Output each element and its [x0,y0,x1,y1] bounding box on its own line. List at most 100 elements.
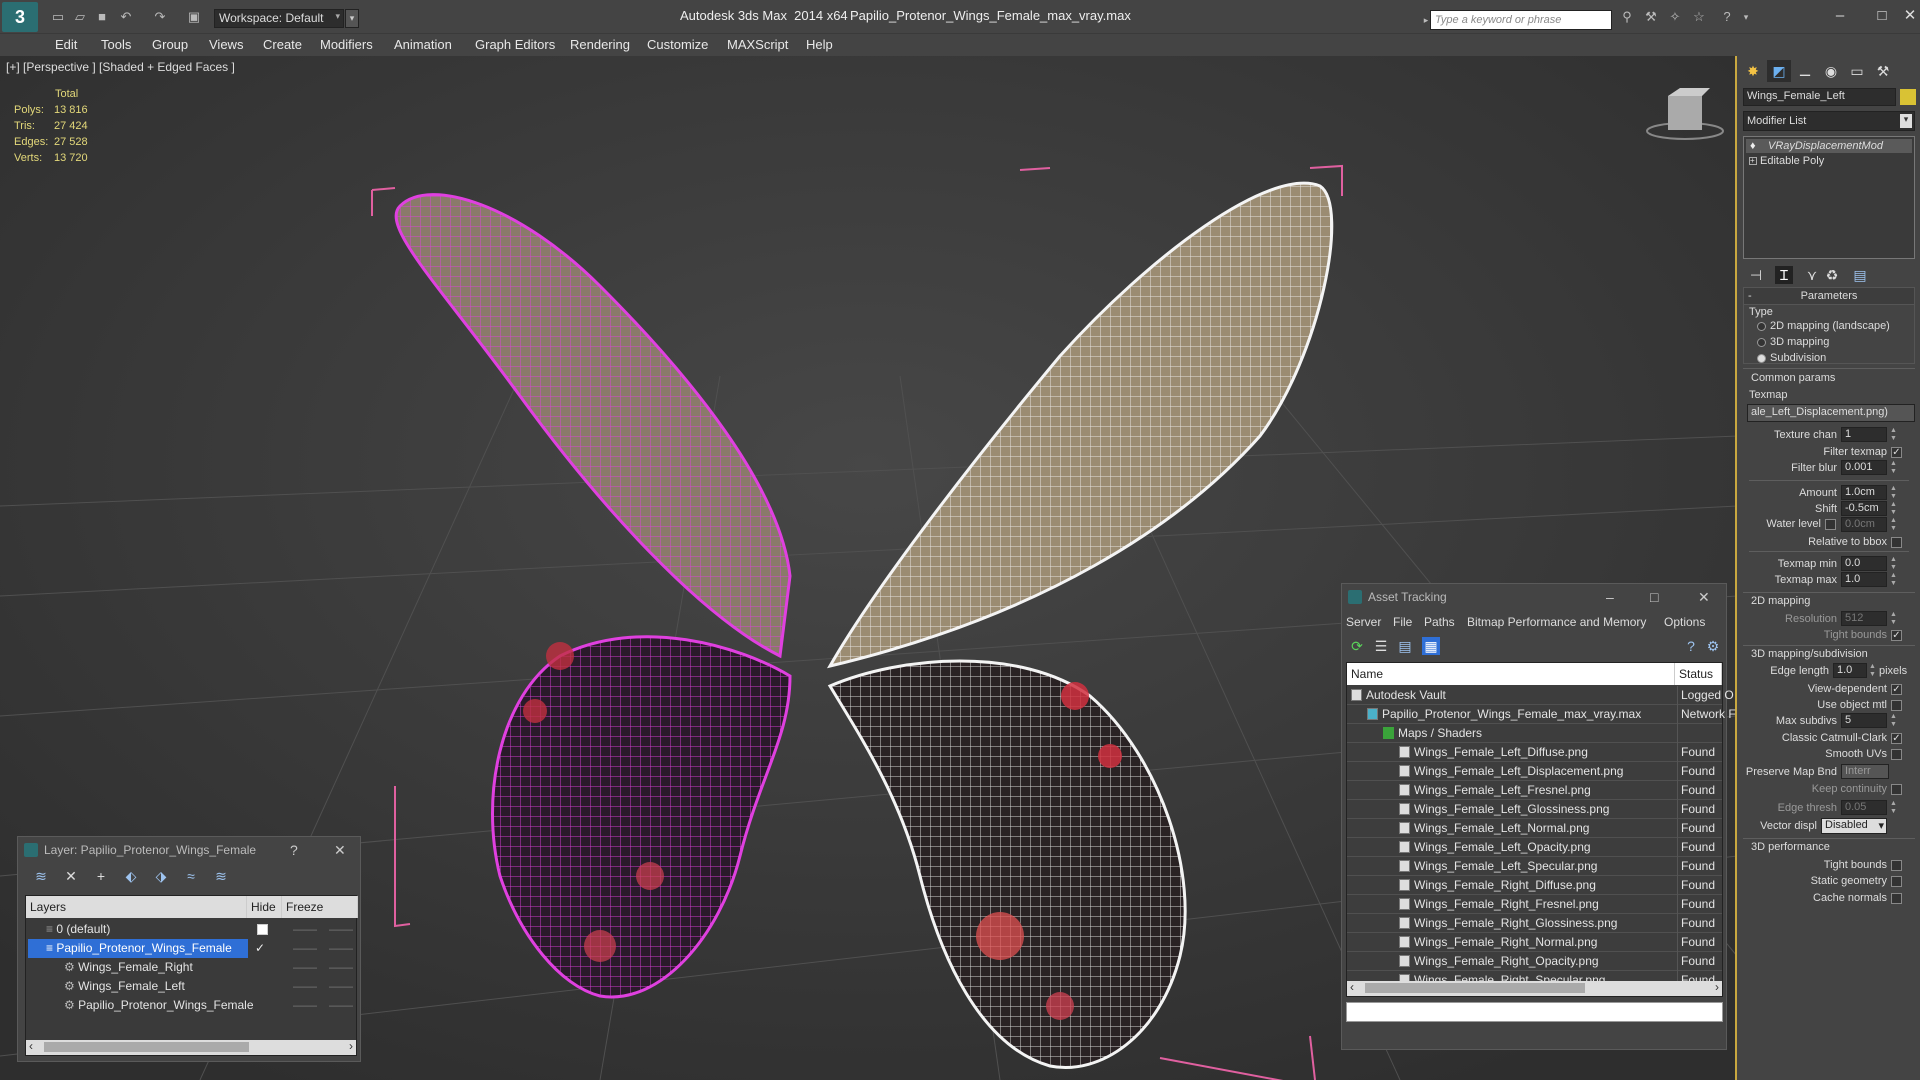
asset-row[interactable]: Wings_Female_Left_Glossiness.png Found [1347,800,1722,819]
use-object-mtl-checkbox[interactable] [1891,700,1902,711]
menu-paths[interactable]: Paths [1424,615,1455,629]
menu-group[interactable]: Group [152,37,188,52]
create-tab-icon[interactable]: ✸ [1741,60,1765,82]
texture-chan-spinner[interactable]: ▲ ▼ [1890,427,1898,443]
add-layer-icon[interactable]: + [92,867,110,885]
stack-item-editable-poly[interactable]: + Editable Poly [1746,154,1912,168]
menu-animation[interactable]: Animation [394,37,452,52]
menu-edit[interactable]: Edit [55,37,77,52]
preserve-map-dropdown[interactable]: Interr [1841,764,1889,779]
close-icon[interactable]: ✕ [1698,584,1710,610]
filter-blur-input[interactable]: 0.001 [1841,460,1887,475]
col-hide[interactable]: Hide [247,896,282,918]
filter-blur-spinner[interactable]: ▲ ▼ [1890,460,1898,476]
menu-server[interactable]: Server [1346,615,1381,629]
table-view-icon[interactable]: ▦ [1422,637,1440,655]
menu-graph-editors[interactable]: Graph Editors [475,37,555,52]
parameters-rollout-header[interactable]: - Parameters [1743,287,1915,305]
asset-row[interactable]: Wings_Female_Left_Fresnel.png Found [1347,781,1722,800]
resolution-input[interactable]: 512 [1841,611,1887,626]
help-icon[interactable]: ? [1719,9,1735,25]
asset-row[interactable]: Wings_Female_Right_Opacity.png Found [1347,952,1722,971]
minimize-icon[interactable]: – [1820,4,1860,28]
filter-texmap-checkbox[interactable]: ✓ [1891,447,1902,458]
refresh-icon[interactable]: ⟳ [1348,637,1366,655]
asset-row[interactable]: Wings_Female_Right_Normal.png Found [1347,933,1722,952]
hierarchy-tab-icon[interactable]: ⚊ [1793,60,1817,82]
max-subdivs-input[interactable]: 5 [1841,713,1887,728]
show-end-result-icon[interactable]: Ɪ [1775,266,1793,284]
keep-continuity-checkbox[interactable] [1891,784,1902,795]
subscription-icon[interactable]: ⚒ [1643,9,1659,25]
pin-stack-icon[interactable]: ⊣ [1747,266,1765,284]
delete-layer-icon[interactable]: ✕ [62,867,80,885]
asset-row[interactable]: Maps / Shaders [1347,724,1722,743]
project-folder-icon[interactable]: ▣ [186,9,202,25]
texmap-max-spinner[interactable]: ▲ ▼ [1890,572,1898,588]
add-selection-icon[interactable]: ⬖ [122,867,140,885]
menu-tools[interactable]: Tools [101,37,131,52]
viewport-label[interactable]: [+] [Perspective ] [Shaded + Edged Faces… [6,60,235,74]
favorites-icon[interactable]: ☆ [1691,9,1707,25]
edge-length-input[interactable]: 1.0 [1833,663,1867,678]
workspace-dropdown-arrow[interactable]: ▾ [345,9,359,28]
amount-spinner[interactable]: ▲ ▼ [1890,485,1898,501]
resolution-spinner[interactable]: ▲ ▼ [1890,611,1898,627]
settings-icon[interactable]: ⚙ [1704,637,1722,655]
close-panel-icon[interactable]: ✕ [334,837,346,863]
asset-row[interactable]: Wings_Female_Right_Glossiness.png Found [1347,914,1722,933]
asset-path-field[interactable] [1346,1002,1723,1022]
vector-displ-dropdown[interactable]: Disabled ▾ [1821,818,1887,834]
layer-panel-title-bar[interactable]: Layer: Papilio_Protenor_Wings_Female ? ✕ [18,837,360,863]
layers-icon[interactable]: ≋ [32,867,50,885]
layer-row[interactable]: ⚙ Wings_Female_Left —— —— [26,977,356,996]
asset-row[interactable]: Autodesk Vault Logged O [1347,686,1734,705]
workspace-dropdown[interactable]: Workspace: Default ▾ [214,9,344,28]
remove-modifier-icon[interactable]: ♻ [1823,266,1841,284]
static-geometry-checkbox[interactable] [1891,876,1902,887]
help-icon[interactable]: ? [1682,637,1700,655]
radio-3d-mapping-label[interactable]: 3D mapping [1770,336,1829,348]
tight-bounds-checkbox[interactable]: ✓ [1891,630,1902,641]
texmap-max-input[interactable]: 1.0 [1841,572,1887,587]
radio-subdivision[interactable] [1757,354,1766,363]
object-color-swatch[interactable] [1900,89,1916,105]
edge-thresh-input[interactable]: 0.05 [1841,800,1887,815]
menu-maxscript[interactable]: MAXScript [727,37,788,52]
radio-2d-mapping-label[interactable]: 2D mapping (landscape) [1770,320,1890,332]
asset-row[interactable]: Wings_Female_Right_Fresnel.png Found [1347,895,1722,914]
asset-row[interactable]: Wings_Female_Left_Diffuse.png Found [1347,743,1722,762]
water-level-input[interactable]: 0.0cm [1841,517,1887,532]
radio-2d-mapping[interactable] [1757,322,1766,331]
list-view-icon[interactable]: ☰ [1372,637,1390,655]
utilities-tab-icon[interactable]: ⚒ [1871,60,1895,82]
cache-normals-checkbox[interactable] [1891,893,1902,904]
configure-modifier-sets-icon[interactable]: ▤ [1851,266,1869,284]
menu-options[interactable]: Options [1664,615,1705,629]
save-icon[interactable]: ■ [94,9,110,25]
motion-tab-icon[interactable]: ◉ [1819,60,1843,82]
help-dropdown-icon[interactable]: ▾ [1738,9,1754,25]
highlight-layer-icon[interactable]: ≈ [182,867,200,885]
col-layers[interactable]: Layers [26,896,247,918]
open-file-icon[interactable]: ▱ [72,9,88,25]
asset-row[interactable]: Wings_Female_Left_Specular.png Found [1347,857,1722,876]
asset-row[interactable]: Wings_Female_Left_Opacity.png Found [1347,838,1722,857]
view-dependent-checkbox[interactable]: ✓ [1891,684,1902,695]
max-subdivs-spinner[interactable]: ▲ ▼ [1890,713,1898,729]
shift-spinner[interactable]: ▲ ▼ [1890,501,1898,517]
asset-row[interactable]: Wings_Female_Right_Diffuse.png Found [1347,876,1722,895]
redo-icon[interactable]: ↷ [152,9,168,25]
binoculars-icon[interactable]: ⚲ [1619,9,1635,25]
menu-views[interactable]: Views [209,37,243,52]
app-menu-button[interactable]: 3 [2,2,38,32]
minimize-icon[interactable]: – [1606,584,1614,610]
water-level-spinner[interactable]: ▲ ▼ [1890,517,1898,533]
radio-subdivision-label[interactable]: Subdivision [1770,352,1826,364]
menu-file[interactable]: File [1393,615,1412,629]
water-level-checkbox[interactable] [1825,519,1836,530]
menu-create[interactable]: Create [263,37,302,52]
menu-customize[interactable]: Customize [647,37,708,52]
menu-modifiers[interactable]: Modifiers [320,37,373,52]
relative-bbox-checkbox[interactable] [1891,537,1902,548]
